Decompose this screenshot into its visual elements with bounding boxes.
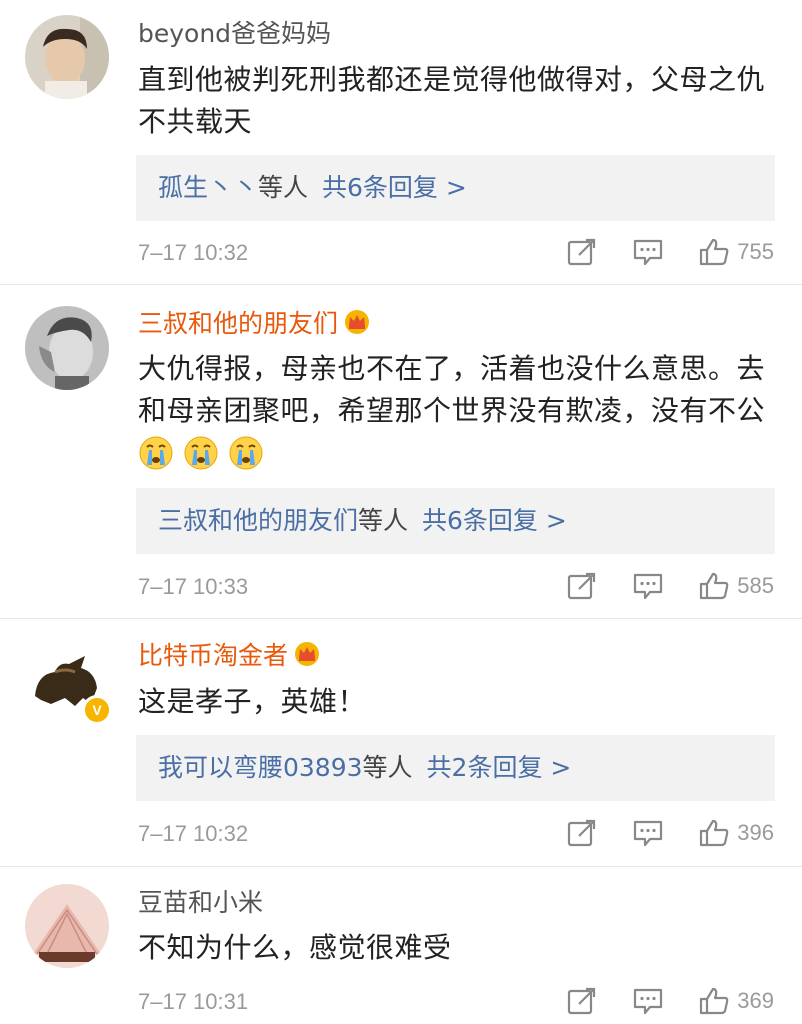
reply-suffix: 等人 xyxy=(258,173,309,202)
avatar-image xyxy=(25,15,109,99)
timestamp: 7–17 10:32 xyxy=(138,821,249,846)
avatar[interactable] xyxy=(25,884,109,968)
avatar[interactable] xyxy=(25,15,109,99)
like-count: 369 xyxy=(737,988,774,1013)
comment-text: 直到他被判死刑我都还是觉得他做得对，父母之仇 不共载天 xyxy=(138,59,788,143)
like-icon[interactable] xyxy=(699,238,729,266)
verified-badge: V xyxy=(82,695,112,725)
like-count: 585 xyxy=(737,573,774,598)
repost-icon[interactable] xyxy=(567,987,597,1015)
reply-summary[interactable]: 三叔和他的朋友们等人 共6条回复 > xyxy=(136,488,775,554)
reply-count-link[interactable]: 共2条回复 > xyxy=(427,753,572,782)
username[interactable]: 比特币淘金者 xyxy=(138,639,320,673)
emoji-row xyxy=(138,435,268,471)
comment-text: 大仇得报，母亲也不在了，活着也没什么意思。去 和母亲团聚吧，希望那个世界没有欺凌… xyxy=(138,348,788,432)
comment-actions: 369 xyxy=(531,987,774,1015)
timestamp: 7–17 10:33 xyxy=(138,574,249,599)
repost-icon[interactable] xyxy=(567,238,597,266)
repost-icon[interactable] xyxy=(567,572,597,600)
comment-icon[interactable] xyxy=(633,987,663,1015)
username[interactable]: 三叔和他的朋友们 xyxy=(138,307,370,341)
comment-icon[interactable] xyxy=(633,572,663,600)
like-icon[interactable] xyxy=(699,987,729,1015)
comment-icon[interactable] xyxy=(633,238,663,266)
reply-summary[interactable]: 孤生丶丶等人 共6条回复 > xyxy=(136,155,775,221)
comment-actions: 585 xyxy=(531,572,774,600)
avatar-image xyxy=(25,884,109,968)
username-text: 比特币淘金者 xyxy=(138,641,289,670)
username-text: 三叔和他的朋友们 xyxy=(138,309,339,338)
comment-item: V 比特币淘金者 这是孝子，英雄！ 我可以弯腰03893等人 共2条回复 > 7–… xyxy=(0,619,802,865)
reply-count-link[interactable]: 共6条回复 > xyxy=(422,506,567,535)
repost-icon[interactable] xyxy=(567,819,597,847)
reply-user[interactable]: 三叔和他的朋友们 xyxy=(158,506,358,535)
comment-item: beyond爸爸妈妈 直到他被判死刑我都还是觉得他做得对，父母之仇 不共载天 孤… xyxy=(0,0,802,283)
comment-item: 三叔和他的朋友们 大仇得报，母亲也不在了，活着也没什么意思。去 和母亲团聚吧，希… xyxy=(0,285,802,617)
reply-suffix: 等人 xyxy=(362,753,413,782)
like-icon[interactable] xyxy=(699,572,729,600)
comment-actions: 755 xyxy=(531,238,774,266)
avatar-image xyxy=(25,306,109,390)
avatar[interactable] xyxy=(25,306,109,390)
timestamp: 7–17 10:31 xyxy=(138,989,249,1014)
crown-icon xyxy=(345,310,370,334)
username[interactable]: beyond爸爸妈妈 xyxy=(138,17,331,51)
crying-face-emoji xyxy=(139,436,173,470)
reply-count-link[interactable]: 共6条回复 > xyxy=(322,173,467,202)
crying-face-emoji xyxy=(184,436,218,470)
reply-user[interactable]: 孤生丶丶 xyxy=(158,173,258,202)
comment-text: 这是孝子，英雄！ xyxy=(138,681,788,723)
like-icon[interactable] xyxy=(699,819,729,847)
comment-text-line: 直到他被判死刑我都还是觉得他做得对，父母之仇 xyxy=(138,63,766,96)
comment-actions: 396 xyxy=(531,819,774,847)
timestamp: 7–17 10:32 xyxy=(138,240,249,265)
username[interactable]: 豆苗和小米 xyxy=(138,886,263,920)
comment-text-line: 和母亲团聚吧，希望那个世界没有欺凌，没有不公 xyxy=(138,394,766,427)
comment-icon[interactable] xyxy=(633,819,663,847)
reply-summary[interactable]: 我可以弯腰03893等人 共2条回复 > xyxy=(136,735,775,801)
crying-face-emoji xyxy=(229,436,263,470)
comment-text-line: 这是孝子，英雄！ xyxy=(138,685,367,718)
comment-item: 豆苗和小米 不知为什么，感觉很难受 7–17 10:31 369 xyxy=(0,867,802,1024)
reply-suffix: 等人 xyxy=(358,506,409,535)
like-count: 755 xyxy=(737,239,774,264)
comment-text-line: 大仇得报，母亲也不在了，活着也没什么意思。去 xyxy=(138,352,766,385)
crown-icon xyxy=(295,642,320,666)
comment-text-line: 不共载天 xyxy=(138,105,253,138)
like-count: 396 xyxy=(737,820,774,845)
reply-user[interactable]: 我可以弯腰03893 xyxy=(158,753,363,782)
comment-text: 不知为什么，感觉很难受 xyxy=(138,927,788,969)
comment-text-line: 不知为什么，感觉很难受 xyxy=(138,931,452,964)
